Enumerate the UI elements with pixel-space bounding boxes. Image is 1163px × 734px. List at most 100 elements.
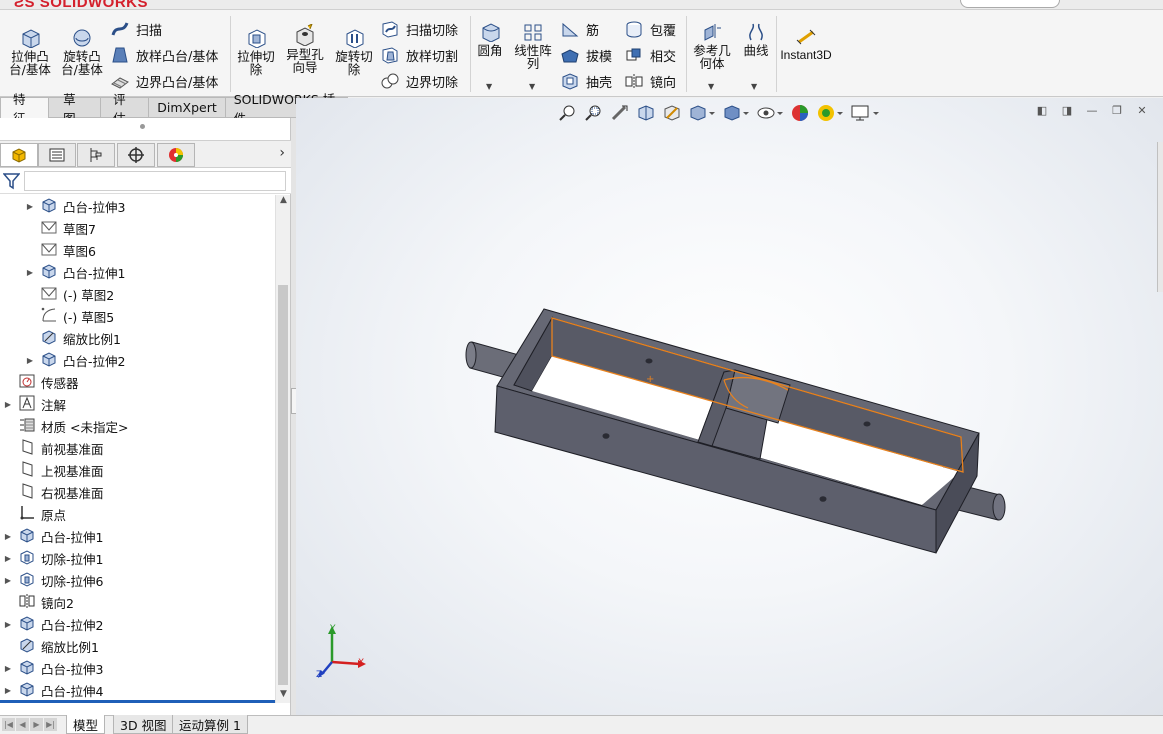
tree-item[interactable]: ▶ 切除-拉伸1 [2,547,103,569]
tree-item[interactable]: ▶ 切除-拉伸6 [2,569,103,591]
sweep-button[interactable]: 扫描 [110,18,162,40]
tree-item[interactable]: 缩放比例1 [24,327,121,349]
solidworks-logo[interactable]: ƧS SOLIDWORKS [14,0,148,9]
instant3d-button[interactable]: Instant3D [778,28,834,62]
tree-item[interactable]: 传感器 [2,371,79,393]
filter-input[interactable] [24,171,286,191]
tab-configuration-manager[interactable] [77,143,115,167]
expand-arrow-icon[interactable]: ▶ [2,620,14,629]
curves-button[interactable]: 曲线 [738,22,774,57]
wrap-button[interactable]: 包覆 [624,18,676,40]
tree-item[interactable]: (-) 草图2 [24,283,114,305]
tree-item-label: 缩放比例1 [63,331,121,347]
revolve-boss-button[interactable]: 旋转凸 台/基体 [58,28,106,76]
tree-item-label: 凸台-拉伸3 [63,199,126,215]
loft-boss-button[interactable]: 放样凸台/基体 [110,44,218,66]
tree-item[interactable]: ▶ 凸台-拉伸3 [2,657,103,679]
search-box[interactable] [960,0,1060,8]
next-tab-icon[interactable]: ▶ [30,718,43,731]
tree-item[interactable]: 原点 [2,503,66,525]
tab-sketch[interactable]: 草图 [49,92,102,126]
tree-item[interactable]: ▶ 凸台-拉伸2 [2,613,103,635]
tree-item[interactable]: 草图6 [24,239,96,261]
tree-item[interactable]: 右视基准面 [2,481,104,503]
scroll-up-icon[interactable]: ▲ [276,195,291,209]
expand-arrow-icon[interactable]: ▶ [24,356,36,365]
draft-button[interactable]: 拔模 [560,44,612,66]
tree-item[interactable]: ▶ 凸台-拉伸1 [2,525,103,547]
tree-item-label: 上视基准面 [41,463,104,479]
tab-evaluate[interactable]: 评估 [101,92,150,126]
scroll-down-icon[interactable]: ▼ [276,689,291,703]
loft-cut-button[interactable]: 放样切割 [380,44,458,66]
extrude-cut-button[interactable]: 拉伸切 除 [234,28,278,76]
expand-arrow-icon[interactable]: ▶ [2,532,14,541]
linear-pattern-button[interactable]: 线性阵 列 [512,22,554,70]
panel-expand-arrow-icon[interactable]: › [279,145,285,161]
ref-geometry-dropdown-icon[interactable]: ▼ [708,82,714,91]
fillet-button[interactable]: 圆角 [472,22,508,57]
expand-arrow-icon[interactable]: ▶ [2,554,14,563]
sensor-icon [18,372,36,393]
tree-item[interactable]: (-) 草图5 [24,305,114,327]
tree-item[interactable]: 前视基准面 [2,437,104,459]
pattern-dropdown-icon[interactable]: ▼ [529,82,535,91]
panel-grip[interactable] [140,124,145,129]
svg-text:+: + [646,374,654,385]
hole-wizard-button[interactable]: 异型孔 向导 [282,24,328,74]
tree-item[interactable]: ▶ 凸台-拉伸1 [24,261,125,283]
tree-item[interactable]: ▶ 凸台-拉伸2 [24,349,125,371]
expand-arrow-icon[interactable]: ▶ [24,202,36,211]
curves-icon [749,23,763,41]
title-bar: ƧS SOLIDWORKS [0,0,1163,10]
intersect-button[interactable]: 相交 [624,44,676,66]
curves-dropdown-icon[interactable]: ▼ [751,82,757,91]
boundary-cut-button[interactable]: 边界切除 [380,70,458,92]
3d-model[interactable]: + [296,98,1163,715]
extrude-boss-button[interactable]: 拉伸凸 台/基体 [6,28,54,76]
filter-icon[interactable] [3,172,20,190]
tab-features[interactable]: 特征 [0,92,50,126]
sketch-icon [40,240,58,261]
prev-tab-icon[interactable]: ◀ [16,718,29,731]
tab-dimxpert[interactable]: DimXpert [149,97,226,118]
plane-icon [18,438,36,459]
reference-geometry-button[interactable]: 参考几 何体 [690,22,734,70]
tree-item[interactable]: 缩放比例1 [2,635,99,657]
tree-item-label: 镜向2 [41,595,74,611]
mirror-button[interactable]: 镜向 [624,70,676,92]
tree-item[interactable]: ▶ 凸台-拉伸3 [24,195,125,217]
tree-scrollbar[interactable]: ▲ ▼ [275,195,290,703]
expand-arrow-icon[interactable]: ▶ [24,268,36,277]
tree-item[interactable]: 上视基准面 [2,459,104,481]
scroll-thumb[interactable] [278,285,288,685]
sweep-cut-button[interactable]: 扫描切除 [380,18,458,40]
rollback-bar[interactable] [0,700,275,703]
tree-item[interactable]: 镜向2 [2,591,74,613]
tab-motion-study[interactable]: 运动算例 1 [172,715,248,734]
expand-arrow-icon[interactable]: ▶ [2,664,14,673]
expand-arrow-icon[interactable]: ▶ [2,400,14,409]
last-tab-icon[interactable]: ▶| [44,718,57,731]
tab-feature-manager[interactable] [0,143,38,167]
revolve-cut-button[interactable]: 旋转切 除 [332,28,376,76]
tab-dimxpert-manager[interactable] [117,143,155,167]
expand-arrow-icon[interactable]: ▶ [2,686,14,695]
ribbon-separator [776,16,777,92]
graphics-area[interactable]: ◧ ◨ — ❐ ✕ + Y X Z [296,98,1163,715]
first-tab-icon[interactable]: |◀ [2,718,15,731]
rib-button[interactable]: 筋 [560,18,599,40]
tab-3d-view[interactable]: 3D 视图 [113,715,174,734]
tab-display-manager[interactable] [157,143,195,167]
plane-icon [18,482,36,503]
extrude-cut-icon [248,29,266,48]
tab-property-manager[interactable] [38,143,76,167]
tree-item[interactable]: 材质 <未指定> [2,415,128,437]
tree-item[interactable]: 草图7 [24,217,96,239]
shell-button[interactable]: 抽壳 [560,70,612,92]
tree-item[interactable]: ▶ 注解 [2,393,66,415]
tree-item[interactable]: ▶ 凸台-拉伸4 [2,679,103,701]
tab-model[interactable]: 模型 [66,715,106,734]
fillet-dropdown-icon[interactable]: ▼ [486,82,492,91]
expand-arrow-icon[interactable]: ▶ [2,576,14,585]
